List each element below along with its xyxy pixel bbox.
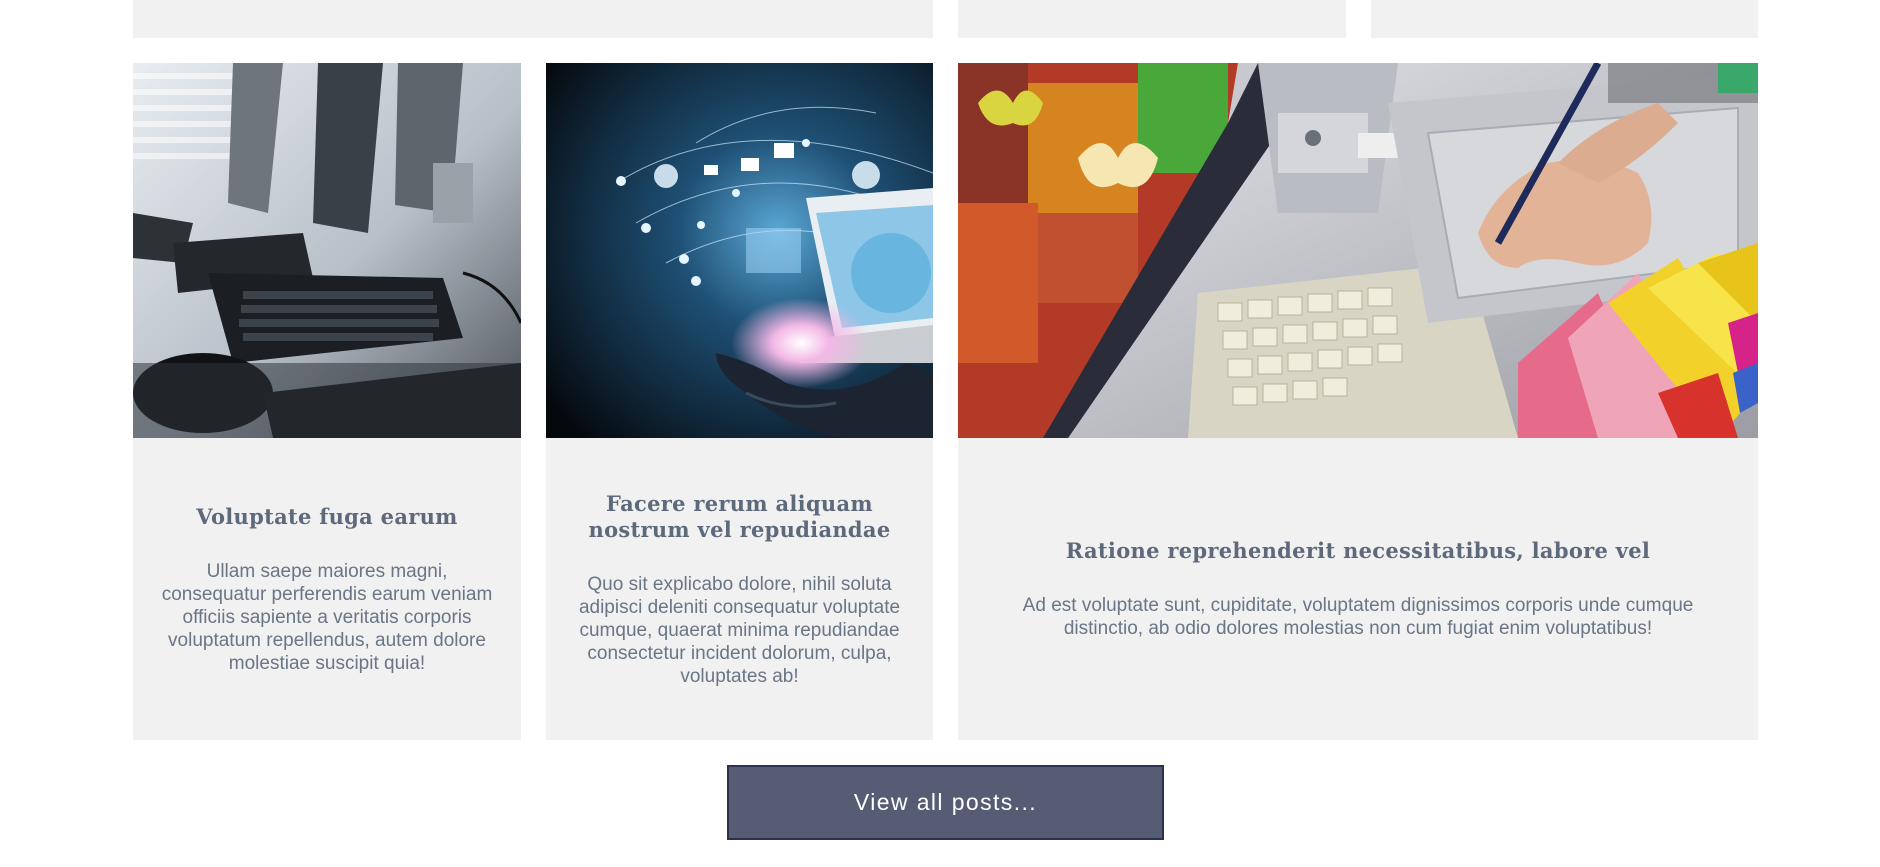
- post-card[interactable]: Ratione reprehenderit necessitatibus, la…: [958, 63, 1758, 740]
- office-keyboards-image: [133, 63, 521, 438]
- post-card[interactable]: Voluptate fuga earum Ullam saepe maiores…: [133, 63, 521, 740]
- post-excerpt: Ad est voluptate sunt, cupiditate, volup…: [1022, 595, 1694, 639]
- post-title[interactable]: Ratione reprehenderit necessitatibus, la…: [1066, 538, 1650, 564]
- designer-drawing-tablet-image: [958, 63, 1758, 438]
- post-thumbnail[interactable]: [958, 63, 1758, 438]
- post-excerpt: Quo sit explicabo dolore, nihil soluta a…: [578, 573, 901, 687]
- digital-network-laptop-image: [546, 63, 933, 438]
- post-card-body: Voluptate fuga earum Ullam saepe maiores…: [133, 438, 521, 740]
- previous-post-card-bottom: [133, 0, 933, 38]
- post-title[interactable]: Voluptate fuga earum: [196, 504, 457, 530]
- post-title[interactable]: Facere rerum aliquam nostrum vel repudia…: [572, 491, 907, 543]
- post-card-body: Ratione reprehenderit necessitatibus, la…: [958, 438, 1758, 740]
- post-thumbnail[interactable]: [133, 63, 521, 438]
- post-excerpt: Ullam saepe maiores magni, consequatur p…: [161, 560, 493, 674]
- previous-post-card-bottom: [1371, 0, 1758, 38]
- post-card-body: Facere rerum aliquam nostrum vel repudia…: [546, 438, 933, 740]
- previous-post-card-bottom: [958, 0, 1346, 38]
- post-thumbnail[interactable]: [546, 63, 933, 438]
- view-all-posts-button[interactable]: View all posts...: [727, 765, 1164, 840]
- post-card[interactable]: Facere rerum aliquam nostrum vel repudia…: [546, 63, 933, 740]
